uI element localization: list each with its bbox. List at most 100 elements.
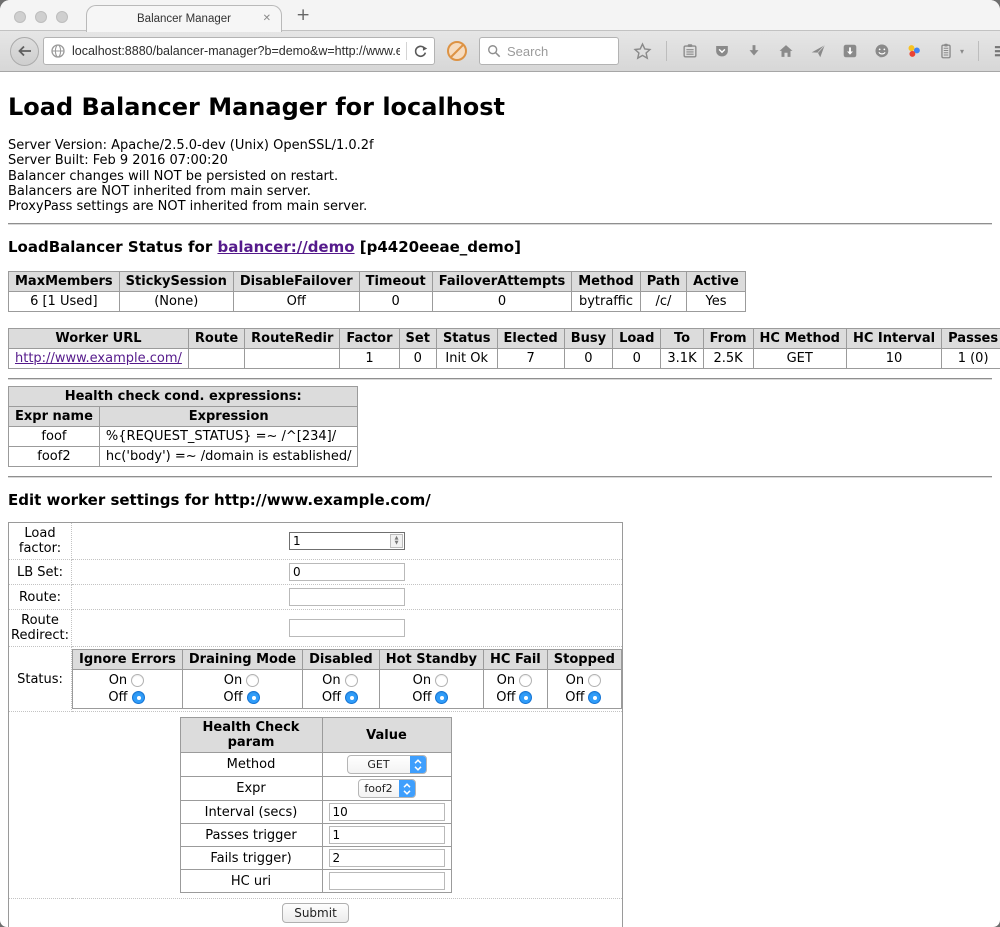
hc-method-select[interactable]: GET — [347, 755, 427, 774]
close-window-button[interactable] — [14, 11, 26, 23]
toolbar-divider — [978, 41, 979, 61]
column-header: Busy — [564, 329, 612, 349]
column-header: To — [661, 329, 703, 349]
submit-button[interactable]: Submit — [282, 903, 349, 923]
cell-stickysession: (None) — [119, 292, 233, 312]
stopped-off-radio[interactable] — [588, 691, 601, 704]
hc-interval-input[interactable] — [329, 803, 445, 821]
lb-set-input[interactable] — [289, 563, 405, 581]
form-row-load-factor: Load factor: ▲▼ — [9, 523, 623, 560]
bookmarks-sidebar-button[interactable] — [681, 42, 699, 60]
pocket-button[interactable] — [713, 42, 731, 60]
bookmark-star-button[interactable] — [633, 42, 652, 61]
hc-method-selected-value: GET — [348, 758, 410, 771]
tab-close-icon[interactable]: ✕ — [263, 13, 271, 24]
health-check-param-table: Health Check param Value Method GET — [180, 717, 452, 893]
column-header: Expression — [99, 407, 358, 427]
cell-worker-url: http://www.example.com/ — [9, 349, 189, 369]
tab-balancer-manager[interactable]: Balancer Manager ✕ — [86, 5, 282, 32]
draining-mode-off-radio[interactable] — [247, 691, 260, 704]
stopped-on-radio[interactable] — [588, 674, 601, 687]
route-redirect-input[interactable] — [289, 619, 405, 637]
reload-button[interactable] — [413, 44, 428, 59]
toolbar-icons: ▾ — [633, 41, 1000, 61]
page-content: Load Balancer Manager for localhost Serv… — [0, 93, 1000, 927]
status-header-row: Ignore Errors Draining Mode Disabled Hot… — [73, 650, 622, 670]
ignore-errors-on-radio[interactable] — [131, 674, 144, 687]
column-header: Expr name — [9, 407, 100, 427]
chevron-down-icon[interactable]: ▾ — [960, 47, 964, 56]
hc-expr-select[interactable]: foof2 — [358, 779, 416, 798]
toolbar-divider — [666, 41, 667, 61]
forget-smiley-button[interactable] — [873, 42, 891, 60]
column-header: Health Check param — [180, 718, 322, 753]
downloads-button[interactable] — [745, 42, 763, 60]
home-button[interactable] — [777, 42, 795, 60]
hc-uri-input[interactable] — [329, 872, 445, 890]
divider — [8, 378, 992, 380]
globe-icon — [50, 43, 66, 59]
server-info: Server Version: Apache/2.5.0-dev (Unix) … — [8, 138, 992, 214]
worker-status-table: Worker URL Route RouteRedir Factor Set S… — [8, 328, 1000, 369]
hc-uri-label: HC uri — [180, 870, 322, 893]
cell-set: 0 — [399, 349, 436, 369]
table-title-row: Health check cond. expressions: — [9, 387, 358, 407]
content-blocked-icon[interactable] — [447, 41, 467, 61]
balancer-demo-link[interactable]: balancer://demo — [217, 238, 354, 256]
column-header: Passes — [942, 329, 1000, 349]
browser-window: Balancer Manager ✕ + localhost:8880/bala… — [0, 0, 1000, 927]
draining-mode-on-radio[interactable] — [246, 674, 259, 687]
zoom-window-button[interactable] — [56, 11, 68, 23]
download-panel-button[interactable] — [841, 42, 859, 60]
column-header: MaxMembers — [9, 272, 120, 292]
on-label: On — [497, 672, 515, 689]
minimize-window-button[interactable] — [35, 11, 47, 23]
cell-routeredir — [245, 349, 340, 369]
url-bar[interactable]: localhost:8880/balancer-manager?b=demo&w… — [43, 37, 435, 65]
new-tab-button[interactable]: + — [296, 5, 310, 25]
cell-method: bytraffic — [572, 292, 640, 312]
hc-fails-input[interactable] — [329, 849, 445, 867]
column-header: Stopped — [547, 650, 621, 670]
status-radio-table: Ignore Errors Draining Mode Disabled Hot… — [72, 649, 622, 709]
extension-dots-button[interactable] — [905, 42, 923, 60]
hot-standby-off-radio[interactable] — [435, 691, 448, 704]
disabled-off-radio[interactable] — [345, 691, 358, 704]
menu-hamburger-button[interactable] — [993, 42, 1000, 60]
notice-line: ProxyPass settings are NOT inherited fro… — [8, 199, 992, 214]
edit-worker-form: Load factor: ▲▼ LB Set: Route: Route Red… — [8, 522, 623, 927]
back-button[interactable] — [10, 37, 39, 66]
route-input[interactable] — [289, 588, 405, 606]
hot-standby-on-radio[interactable] — [435, 674, 448, 687]
disabled-radios: On Off — [303, 670, 380, 709]
cell-expression: %{REQUEST_STATUS} =~ /^[234]/ — [99, 427, 358, 447]
route-redirect-label: Route Redirect: — [9, 610, 72, 647]
hc-fail-off-radio[interactable] — [519, 691, 532, 704]
column-header: Ignore Errors — [73, 650, 183, 670]
number-stepper-icon[interactable]: ▲▼ — [390, 534, 403, 548]
cell-route — [188, 349, 244, 369]
search-bar[interactable]: Search — [479, 37, 619, 65]
back-arrow-icon — [17, 43, 33, 59]
on-label: On — [322, 672, 340, 689]
hc-passes-input[interactable] — [329, 826, 445, 844]
column-header: Active — [687, 272, 746, 292]
notice-line: Balancers are NOT inherited from main se… — [8, 184, 992, 199]
select-arrows-icon — [399, 779, 415, 798]
divider — [8, 476, 992, 478]
url-text[interactable]: localhost:8880/balancer-manager?b=demo&w… — [72, 44, 400, 58]
clipboard-extension-button[interactable] — [937, 42, 955, 60]
hc-fail-on-radio[interactable] — [519, 674, 532, 687]
cell-timeout: 0 — [359, 292, 432, 312]
table-header-row: MaxMembers StickySession DisableFailover… — [9, 272, 746, 292]
tab-strip: Balancer Manager ✕ + — [0, 0, 1000, 31]
worker-url-link[interactable]: http://www.example.com/ — [15, 351, 182, 366]
disabled-on-radio[interactable] — [345, 674, 358, 687]
column-header: Disabled — [303, 650, 380, 670]
column-header: Worker URL — [9, 329, 189, 349]
lb-set-label: LB Set: — [9, 560, 72, 585]
cell-maxmembers: 6 [1 Used] — [9, 292, 120, 312]
load-factor-input[interactable] — [289, 532, 405, 550]
ignore-errors-off-radio[interactable] — [132, 691, 145, 704]
send-tab-button[interactable] — [809, 42, 827, 60]
